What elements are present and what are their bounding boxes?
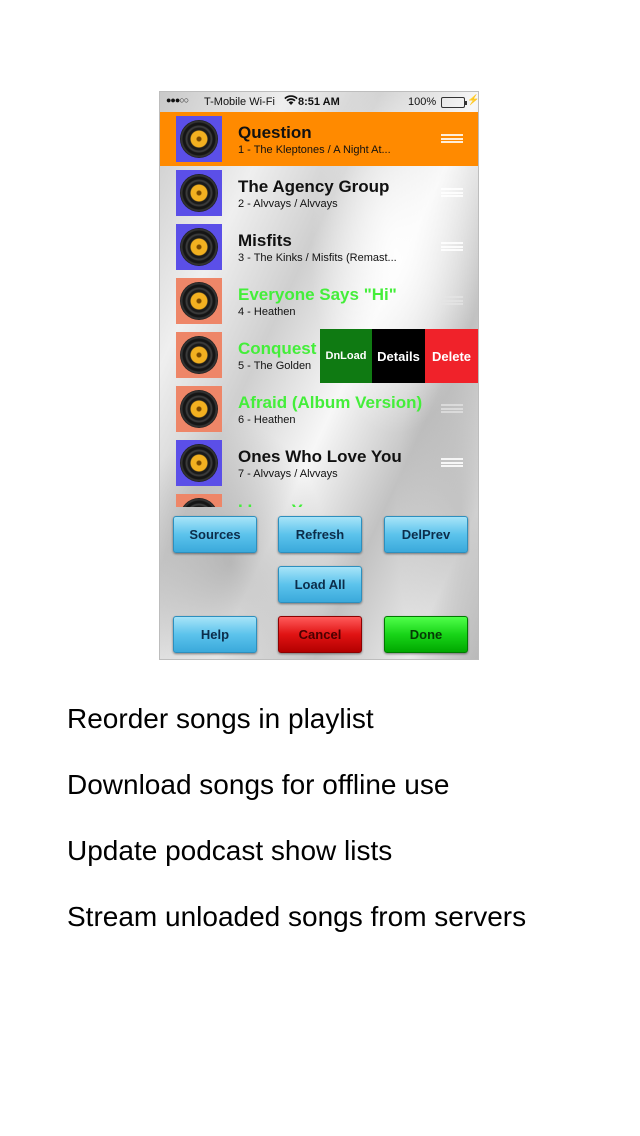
- song-title: Question: [238, 123, 312, 142]
- refresh-button[interactable]: Refresh: [278, 516, 362, 553]
- carrier-label: T-Mobile Wi-Fi: [204, 96, 275, 108]
- song-subtitle: 6 - Heathen: [238, 414, 296, 426]
- song-subtitle: 4 - Heathen: [238, 306, 296, 318]
- song-title: Afraid (Album Version): [238, 393, 423, 412]
- status-bar: ●●●○○ T-Mobile Wi-Fi 8:51 AM 100% ⚡: [160, 92, 479, 112]
- song-row[interactable]: I Love You: [160, 490, 478, 507]
- song-title: Ones Who Love You: [238, 447, 402, 466]
- status-time: 8:51 AM: [298, 96, 340, 108]
- reorder-handle-icon[interactable]: [441, 134, 463, 143]
- battery-icon: [441, 97, 467, 108]
- reorder-handle-icon[interactable]: [441, 242, 463, 251]
- album-art-icon: [176, 170, 222, 216]
- song-subtitle: 7 - Alvvays / Alvvays: [238, 468, 338, 480]
- album-art-icon: [176, 386, 222, 432]
- song-row[interactable]: Everyone Says "Hi" 4 - Heathen: [160, 274, 478, 328]
- song-subtitle: 3 - The Kinks / Misfits (Remast...: [238, 252, 397, 264]
- reorder-handle-icon[interactable]: [441, 296, 463, 305]
- album-art-icon: [176, 494, 222, 507]
- feature-update: Update podcast show lists: [67, 835, 393, 866]
- vinyl-record-icon: [180, 444, 218, 482]
- feature-stream: Stream unloaded songs from servers: [67, 901, 527, 932]
- help-button[interactable]: Help: [173, 616, 257, 653]
- charging-icon: ⚡: [467, 95, 479, 106]
- vinyl-record-icon: [180, 336, 218, 374]
- done-button[interactable]: Done: [384, 616, 468, 653]
- song-row[interactable]: Ones Who Love You 7 - Alvvays / Alvvays: [160, 436, 478, 490]
- song-row[interactable]: Misfits 3 - The Kinks / Misfits (Remast..…: [160, 220, 478, 274]
- delprev-button[interactable]: DelPrev: [384, 516, 468, 553]
- sources-button[interactable]: Sources: [173, 516, 257, 553]
- wifi-icon: [284, 95, 298, 105]
- vinyl-record-icon: [180, 228, 218, 266]
- reorder-handle-icon[interactable]: [441, 458, 463, 467]
- song-row[interactable]: Afraid (Album Version) 6 - Heathen: [160, 382, 478, 436]
- vinyl-record-icon: [180, 120, 218, 158]
- song-subtitle: 2 - Alvvays / Alvvays: [238, 198, 338, 210]
- vinyl-record-icon: [180, 390, 218, 428]
- signal-strength-icon: ●●●○○: [166, 95, 189, 105]
- dnload-button[interactable]: DnLoad: [320, 329, 372, 383]
- feature-reorder: Reorder songs in playlist: [67, 703, 374, 734]
- vinyl-record-icon: [180, 174, 218, 212]
- song-subtitle: 1 - The Kleptones / A Night At...: [238, 144, 391, 156]
- album-art-icon: [176, 224, 222, 270]
- cancel-button[interactable]: Cancel: [278, 616, 362, 653]
- album-art-icon: [176, 116, 222, 162]
- swipe-action-bar: DnLoad Details Delete: [320, 329, 478, 383]
- song-list[interactable]: Question 1 - The Kleptones / A Night At..…: [160, 112, 478, 507]
- album-art-icon: [176, 278, 222, 324]
- feature-download: Download songs for offline use: [67, 769, 450, 800]
- song-subtitle: 5 - The Golden: [238, 360, 312, 372]
- delete-button[interactable]: Delete: [425, 329, 478, 383]
- reorder-handle-icon[interactable]: [441, 188, 463, 197]
- song-row[interactable]: Question 1 - The Kleptones / A Night At..…: [160, 112, 478, 166]
- song-title: Misfits: [238, 231, 292, 250]
- song-title: I Love You: [238, 501, 322, 507]
- song-title: The Agency Group: [238, 177, 390, 196]
- reorder-handle-icon[interactable]: [441, 404, 463, 413]
- song-title: Everyone Says "Hi": [238, 285, 397, 304]
- album-art-icon: [176, 440, 222, 486]
- album-art-icon: [176, 332, 222, 378]
- details-button[interactable]: Details: [372, 329, 425, 383]
- battery-percent: 100%: [408, 96, 437, 108]
- song-row[interactable]: The Agency Group 2 - Alvvays / Alvvays: [160, 166, 478, 220]
- song-title: Conquest: [238, 339, 317, 358]
- vinyl-record-icon: [180, 498, 218, 507]
- load-all-button[interactable]: Load All: [278, 566, 362, 603]
- phone-screenshot: ●●●○○ T-Mobile Wi-Fi 8:51 AM 100% ⚡ Ques…: [159, 91, 479, 660]
- vinyl-record-icon: [180, 282, 218, 320]
